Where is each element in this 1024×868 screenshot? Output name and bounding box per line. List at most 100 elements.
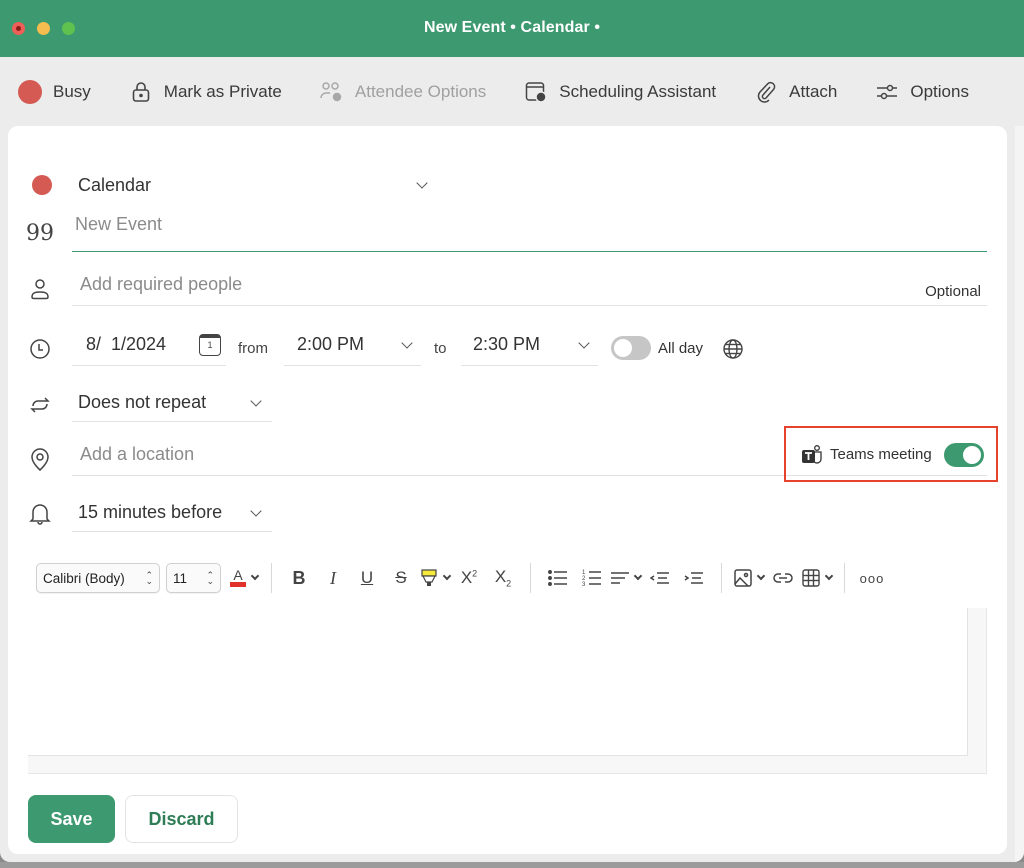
event-window: New Event • Calendar • Busy Mark as Priv… [0,0,1024,862]
reminder-select[interactable]: 15 minutes before [72,498,272,532]
busy-button[interactable]: Busy [18,80,91,104]
font-color-button[interactable]: A [229,563,260,593]
font-size-value: 11 [173,570,188,586]
mark-as-private-label: Mark as Private [163,82,282,101]
insert-link-button[interactable] [768,563,798,593]
chevron-down-icon [401,337,413,349]
insert-picture-button[interactable] [734,563,766,593]
repeat-select[interactable]: Does not repeat [72,388,272,422]
chevron-down-icon [578,337,590,349]
highlighter-icon [421,569,437,586]
location-pin-icon [28,448,52,472]
chevron-down-icon [250,505,262,517]
calendar-select[interactable]: Calendar [78,172,438,198]
start-time-select[interactable]: 2:00 PM [284,328,421,366]
options-button[interactable]: Options [875,80,969,104]
required-people-placeholder: Add required people [80,274,243,294]
decrease-indent-button[interactable] [645,563,675,593]
format-toolbar: Calibri (Body) ⌃ ⌄ 11 ⌃ ⌄ A B I U S X2 X2 [36,560,889,596]
to-label: to [434,340,447,357]
attach-label: Attach [789,82,838,101]
increase-indent-icon [684,572,703,584]
event-form: Calendar 99 New Event Add required peopl… [8,126,1007,854]
scheduling-assistant-label: Scheduling Assistant [559,82,717,101]
scheduling-assistant-button[interactable]: Scheduling Assistant [524,80,716,104]
teams-meeting-label: Teams meeting [830,446,932,463]
chevron-down-icon [250,395,262,407]
all-day-toggle[interactable] [611,336,651,360]
calendar-color-dot [32,175,52,195]
busy-status-icon [18,80,42,104]
font-color-icon: A [230,568,246,587]
title-bar: New Event • Calendar • [0,0,1024,57]
bold-button[interactable]: B [284,563,314,593]
repeat-icon [28,393,52,417]
event-title-input[interactable]: New Event [72,208,987,252]
more-options-button[interactable]: ooo [857,563,887,593]
date-value: 8/ 1/2024 [86,334,167,354]
decrease-indent-icon [650,572,669,584]
chevron-down-icon [442,571,452,581]
superscript-button[interactable]: X2 [454,563,484,593]
svg-text:3: 3 [582,582,586,587]
event-title-placeholder: New Event [75,214,163,234]
calendar-icon[interactable]: 1 [199,334,221,356]
underline-button[interactable]: U [352,563,382,593]
attendee-options-label: Attendee Options [354,82,487,101]
bulleted-list-icon [548,570,567,586]
numbered-list-button[interactable]: 123 [577,563,607,593]
end-time-select[interactable]: 2:30 PM [461,328,598,366]
font-size-select[interactable]: 11 ⌃ ⌄ [166,563,221,593]
subscript-icon: X2 [494,567,512,589]
lock-icon [129,80,153,104]
teams-meeting-toggle[interactable] [944,443,984,467]
bold-icon: B [292,567,306,588]
window-title: New Event • Calendar • [423,19,601,36]
optional-attendees-link[interactable]: Optional [925,283,981,300]
teams-icon [801,444,823,471]
more-icon: ooo [859,570,885,586]
event-body-editor[interactable] [28,608,968,756]
increase-indent-button[interactable] [679,563,709,593]
sliders-icon [875,80,899,104]
subscript-button[interactable]: X2 [488,563,518,593]
discard-button[interactable]: Discard [125,795,238,843]
globe-icon[interactable] [722,338,744,365]
stepper-icon: ⌃ ⌄ [206,570,214,586]
stepper-icon: ⌃ ⌄ [145,570,153,586]
save-button[interactable]: Save [28,795,115,843]
strikethrough-button[interactable]: S [386,563,416,593]
date-picker[interactable]: 8/ 1/2024 1 [72,328,226,366]
desktop-background [0,862,1024,868]
picture-icon [734,569,752,587]
highlight-button[interactable] [420,563,452,593]
italic-button[interactable]: I [318,563,348,593]
busy-label: Busy [53,82,91,101]
clock-icon [28,337,52,361]
italic-icon: I [330,567,336,588]
font-family-select[interactable]: Calibri (Body) ⌃ ⌄ [36,563,160,593]
quote-icon: 99 [26,220,54,246]
person-icon [28,277,52,301]
toolbar-divider [271,563,272,593]
align-button[interactable] [611,563,643,593]
bell-icon [28,502,52,526]
required-people-input[interactable]: Add required people Optional [72,268,987,306]
calendar-select-value: Calendar [78,174,152,195]
mark-as-private-button[interactable]: Mark as Private [129,80,282,104]
attendee-options-icon [320,80,344,104]
reminder-value: 15 minutes before [78,502,223,522]
repeat-value: Does not repeat [78,392,207,412]
toolbar-divider [721,563,722,593]
end-time-value: 2:30 PM [473,334,541,354]
chevron-down-icon [756,571,766,581]
underline-icon: U [360,568,374,587]
table-icon [802,569,820,587]
link-icon [773,573,793,583]
attendee-options-button[interactable]: Attendee Options [320,80,486,104]
bulleted-list-button[interactable] [543,563,573,593]
attach-button[interactable]: Attach [754,80,837,104]
from-label: from [238,340,268,357]
insert-table-button[interactable] [802,563,834,593]
align-left-icon [611,572,629,584]
